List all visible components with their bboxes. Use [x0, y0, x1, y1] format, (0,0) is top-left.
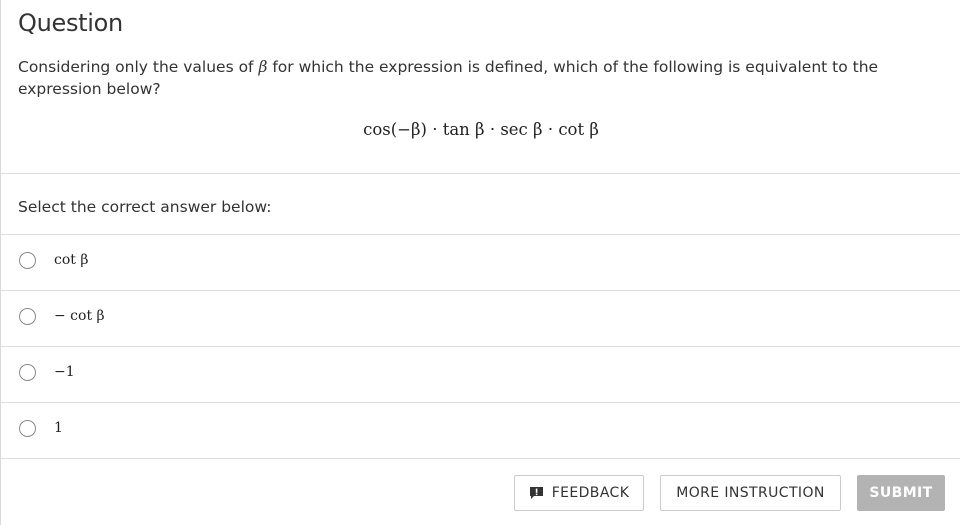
page-title: Question — [18, 9, 123, 37]
answer-option-label: − cot β — [54, 308, 105, 324]
answer-prompt: Select the correct answer below: — [18, 198, 272, 216]
feedback-button[interactable]: FEEDBACK — [514, 475, 644, 511]
math-expression: cos(−β) · tan β · sec β · cot β — [363, 120, 599, 139]
submit-button[interactable]: SUBMIT — [857, 475, 945, 511]
radio-button[interactable] — [19, 308, 36, 325]
divider — [1, 173, 960, 174]
answer-option-4[interactable]: 1 — [1, 403, 960, 458]
feedback-icon — [529, 486, 544, 500]
divider — [1, 458, 960, 459]
question-page: Question Considering only the values of … — [0, 0, 960, 525]
answer-option-label: 1 — [54, 420, 63, 436]
more-instruction-button-label: MORE INSTRUCTION — [676, 485, 825, 501]
radio-button[interactable] — [19, 252, 36, 269]
question-text: Considering only the values of β for whi… — [18, 56, 938, 100]
answer-option-1[interactable]: cot β — [1, 235, 960, 290]
answer-option-label: cot β — [54, 252, 89, 268]
radio-button[interactable] — [19, 420, 36, 437]
question-text-before: Considering only the values of — [18, 58, 259, 76]
answer-option-2[interactable]: − cot β — [1, 291, 960, 346]
answer-option-3[interactable]: −1 — [1, 347, 960, 402]
submit-button-label: SUBMIT — [869, 485, 933, 501]
answer-option-label: −1 — [54, 364, 75, 380]
feedback-button-label: FEEDBACK — [551, 485, 630, 501]
radio-button[interactable] — [19, 364, 36, 381]
more-instruction-button[interactable]: MORE INSTRUCTION — [660, 475, 841, 511]
